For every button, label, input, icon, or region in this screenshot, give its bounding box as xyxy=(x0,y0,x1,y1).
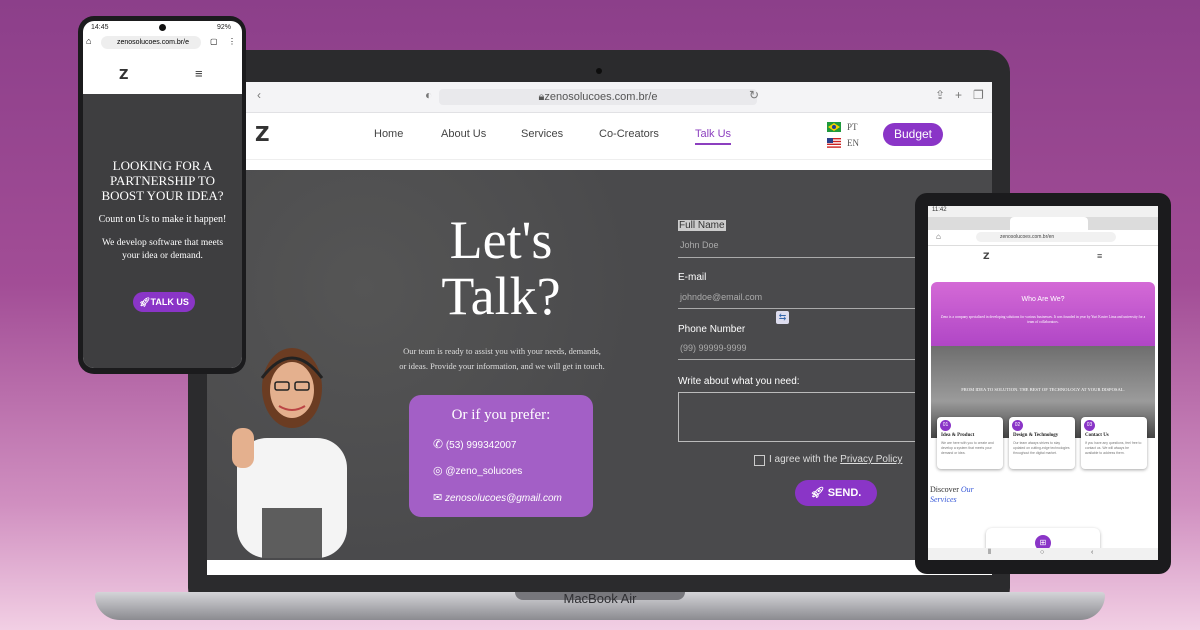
service-card[interactable]: 02 Design & Technology Our team always str… xyxy=(1009,417,1075,469)
service-card[interactable]: 03 Contact Us If you have any questions, f… xyxy=(1081,417,1147,469)
laptop-camera xyxy=(596,68,602,74)
send-button[interactable]: 🚀︎ SEND. xyxy=(795,480,877,506)
laptop-screen: ‹ ◐ 🔒︎zenosolucoes.com.br/e ↻ ⇪ + ❐ Z Ho… xyxy=(207,82,992,575)
lang-pt[interactable]: PT xyxy=(847,122,858,132)
hamburger-icon[interactable]: ≡ xyxy=(195,66,203,81)
shield-icon: ◐ xyxy=(425,88,433,102)
phone-underline xyxy=(678,359,918,360)
browser-toolbar: ‹ ◐ 🔒︎zenosolucoes.com.br/e ↻ ⇪ + ❐ xyxy=(207,82,992,113)
tabs-count-icon[interactable]: ▢ xyxy=(210,37,218,46)
address-bar[interactable]: 🔒︎zenosolucoes.com.br/e xyxy=(439,89,757,105)
home-icon[interactable]: ⌂ xyxy=(86,36,91,46)
discover-services: Discover Our Services xyxy=(930,485,974,504)
who-are-we-section xyxy=(931,282,1155,346)
contact-options-title: Or if you prefer: xyxy=(451,407,551,423)
phone-input[interactable]: (99) 99999-9999 xyxy=(680,343,747,353)
phone-battery: 92% xyxy=(217,24,232,31)
who-are-we-text: Zeno is a company specialized in develop… xyxy=(940,315,1146,324)
our-services-link[interactable]: Our xyxy=(961,485,974,494)
contact-phone[interactable]: ✆ (53) 999342007 xyxy=(433,437,516,451)
phone-camera xyxy=(159,24,166,31)
home-button-icon[interactable]: ○ xyxy=(1040,549,1044,556)
zeno-logo[interactable]: Z xyxy=(255,124,275,144)
tablet-home-icon[interactable]: ⌂ xyxy=(936,232,941,241)
tabs-icon[interactable]: ❐ xyxy=(973,88,984,102)
phone-address-bar[interactable]: zenosolucoes.com.br/e xyxy=(101,36,201,49)
phone-screen: 14:45 92% ⌂ zenosolucoes.com.br/e ▢ ⋮ Z … xyxy=(83,21,242,368)
privacy-policy-link[interactable]: Privacy Policy xyxy=(840,454,902,465)
privacy-agree-text: I agree with the Privacy Policy xyxy=(769,454,903,465)
tablet-status-time: 11:42 xyxy=(932,207,947,213)
full-name-underline xyxy=(678,257,918,258)
full-name-label: Full Name xyxy=(678,220,726,231)
tablet-screen: 11:42 ⌂ zenosolucoes.com.br/en Z ≡ Who A… xyxy=(928,206,1158,560)
contact-instagram[interactable]: ◎ @zeno_solucoes xyxy=(433,464,522,477)
back-button-icon[interactable]: ‹ xyxy=(1091,549,1093,556)
our-services-link-2[interactable]: Services xyxy=(930,495,957,504)
phone-tagline: Count on Us to make it happen! xyxy=(98,214,227,225)
message-textarea[interactable] xyxy=(678,392,920,442)
email-label: E-mail xyxy=(678,272,707,283)
mail-icon: ✉ xyxy=(433,492,443,504)
back-icon[interactable]: ‹ xyxy=(257,88,261,102)
lang-en[interactable]: EN xyxy=(847,138,859,148)
nav-co-creators[interactable]: Co-Creators xyxy=(599,128,659,140)
share-icon[interactable]: ⇪ xyxy=(935,88,945,102)
brazil-flag-icon[interactable] xyxy=(827,122,841,132)
rocket-icon: 🚀︎ xyxy=(810,487,825,499)
service-card[interactable]: 01 Idea & Product We are here with you to … xyxy=(937,417,1003,469)
full-name-input[interactable]: John Doe xyxy=(680,240,719,250)
phone-label: Phone Number xyxy=(678,324,746,335)
phone-heading: LOOKING FOR A PARTNERSHIP TO BOOST YOUR … xyxy=(101,158,224,203)
site-navbar: Z Home About Us Services Co-Creators Tal… xyxy=(207,113,992,160)
phone-hero xyxy=(83,94,242,368)
phone-icon: ✆ xyxy=(433,437,444,451)
tablet-logo[interactable]: Z xyxy=(983,252,990,262)
phone-status-time: 14:45 xyxy=(91,24,109,31)
usa-flag-icon[interactable] xyxy=(827,138,841,148)
nav-about-us[interactable]: About Us xyxy=(441,128,486,140)
phone-talk-us-button[interactable]: 🚀︎TALK US xyxy=(133,292,195,312)
reload-icon[interactable]: ↻ xyxy=(749,88,759,102)
contact-options-card: Or if you prefer: ✆ (53) 999342007 ◎ @ze… xyxy=(409,395,593,517)
email-underline xyxy=(678,308,918,309)
hero-lead-text: Our team is ready to assist you with you… xyxy=(399,346,605,371)
phone-body: We develop software that meets your idea… xyxy=(101,238,224,261)
laptop-label: MacBook Air xyxy=(563,591,637,606)
translate-icon[interactable]: ⇆ xyxy=(776,311,789,324)
who-are-we-title: Who Are We? xyxy=(1021,296,1065,303)
tablet-active-tab[interactable] xyxy=(1010,217,1088,230)
menu-dots-icon[interactable]: ⋮ xyxy=(228,37,236,46)
budget-button[interactable]: Budget xyxy=(883,123,943,146)
privacy-checkbox[interactable] xyxy=(754,455,765,466)
email-input[interactable]: johndoe@email.com xyxy=(680,292,762,302)
hero-heading: Let's Talk? xyxy=(441,210,561,326)
tablet-banner-text: FROM IDEA TO SOLUTION. THE BEST OF TECHN… xyxy=(961,387,1125,392)
new-tab-icon[interactable]: + xyxy=(955,88,962,102)
tablet-status-bar xyxy=(928,206,1158,217)
instagram-icon: ◎ xyxy=(433,465,443,477)
tablet-hamburger-icon[interactable]: ≡ xyxy=(1097,251,1102,261)
contact-email[interactable]: ✉ zenosolucoes@gmail.com xyxy=(433,491,562,504)
tablet-address-bar[interactable]: zenosolucoes.com.br/en xyxy=(976,232,1116,242)
message-label: Write about what you need: xyxy=(678,376,800,387)
phone-logo[interactable]: Z xyxy=(119,68,128,83)
nav-services[interactable]: Services xyxy=(521,128,563,140)
nav-talk-us[interactable]: Talk Us xyxy=(695,128,732,145)
rocket-icon: 🚀︎ xyxy=(139,297,151,307)
nav-home[interactable]: Home xyxy=(374,128,403,140)
recent-apps-icon[interactable]: ⦀ xyxy=(988,549,991,557)
